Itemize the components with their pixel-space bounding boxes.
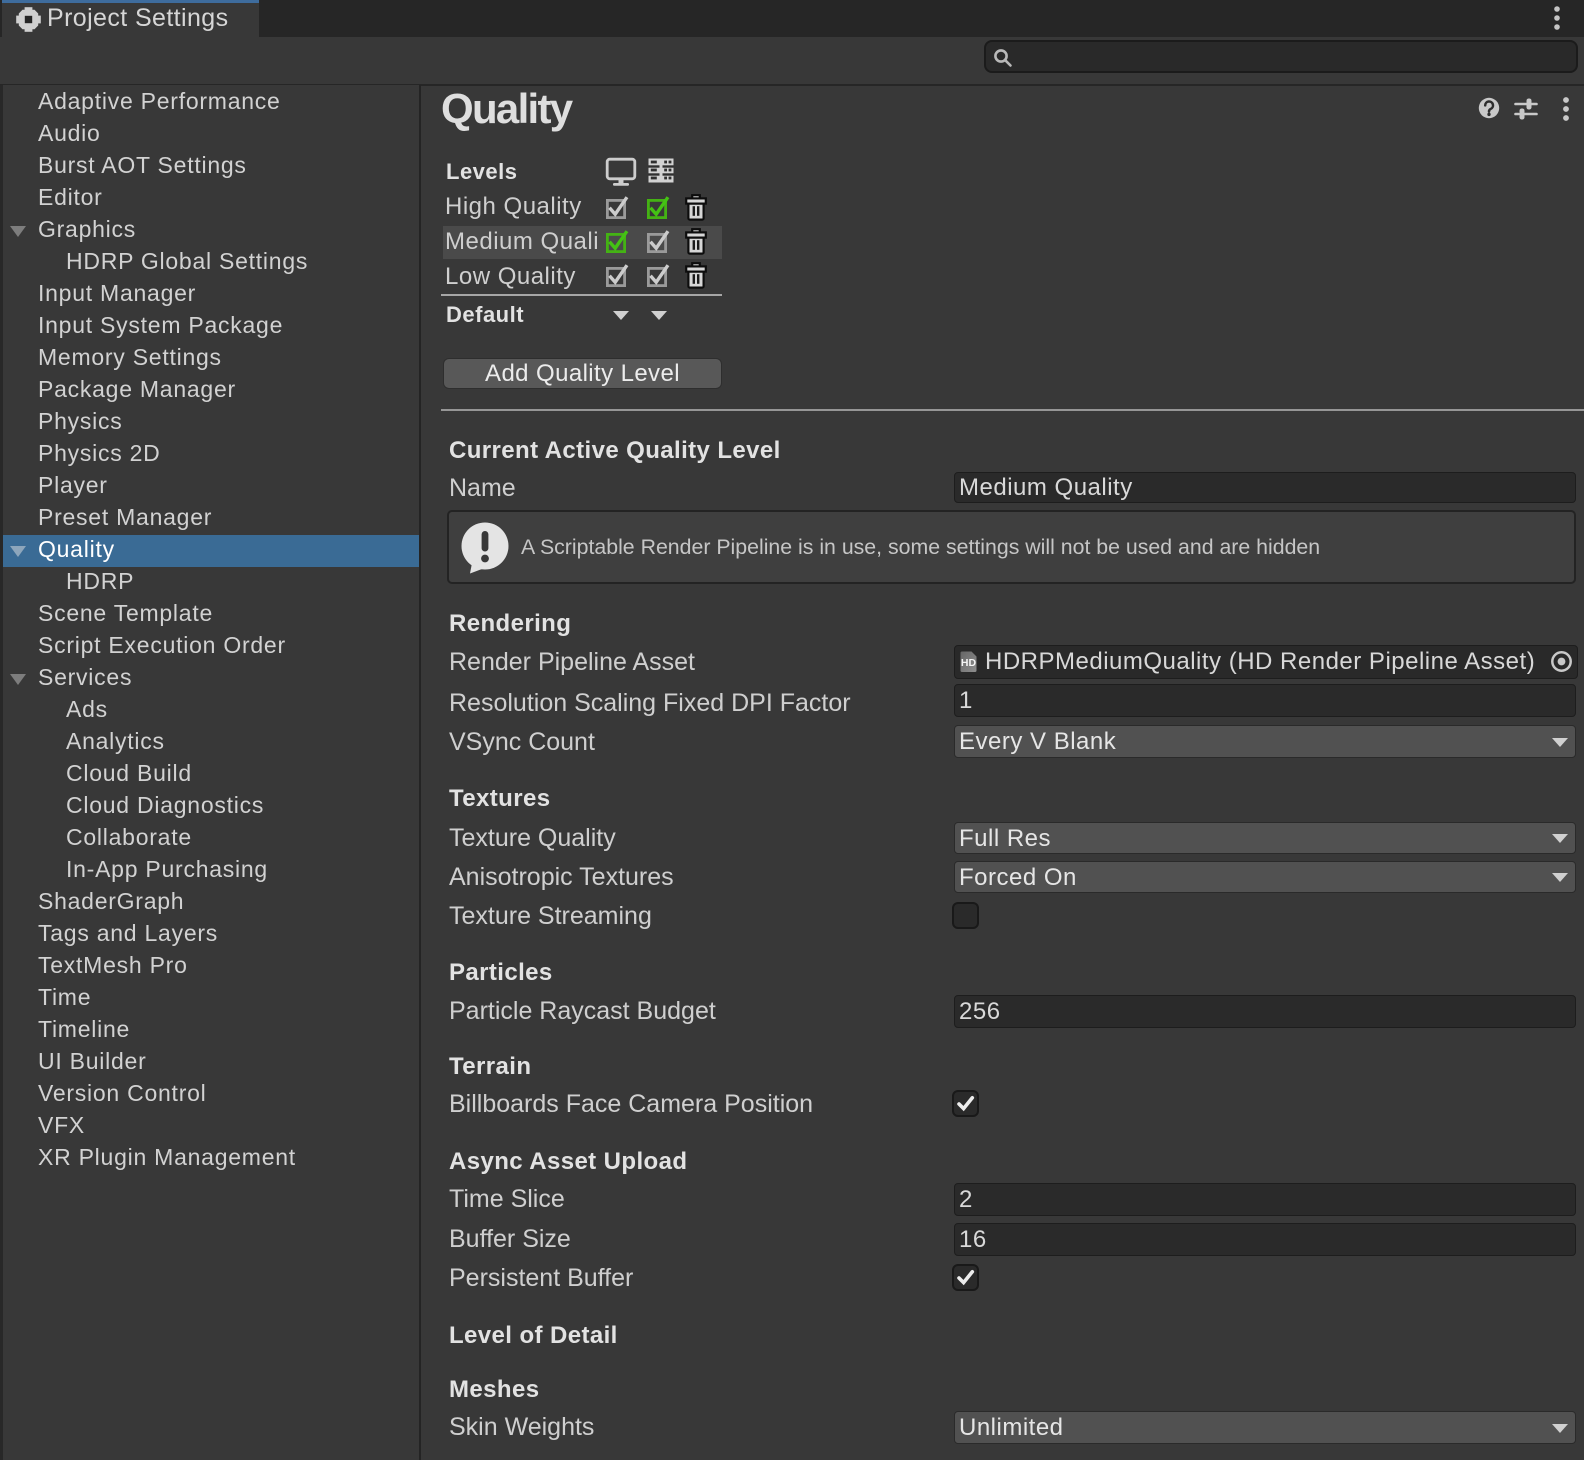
- svg-text:HD: HD: [961, 657, 977, 669]
